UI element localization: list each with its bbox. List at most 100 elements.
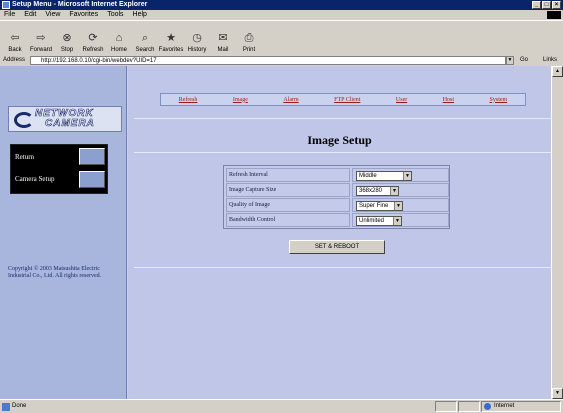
nav-link-host[interactable]: Host — [443, 97, 454, 103]
toolbar-button-label: Refresh — [82, 47, 104, 53]
search-button[interactable]: ⌕ Search — [134, 23, 156, 55]
refresh-icon: ⟳ — [88, 32, 98, 44]
nav-link-system[interactable]: System — [490, 97, 508, 103]
menu-file[interactable]: File — [4, 10, 15, 20]
search-icon: ⌕ — [141, 32, 149, 44]
chevron-down-icon: ▼ — [394, 202, 402, 210]
image-capture-size-select[interactable]: 368x280 ▼ — [356, 186, 399, 196]
maximize-icon[interactable]: □ — [542, 1, 551, 9]
toolbar-button-label: Search — [135, 47, 155, 53]
sidebar: NETWORK CAMERA Return Camera Setup Copyr… — [0, 66, 127, 399]
status-text: Done — [12, 403, 27, 409]
back-arrow-icon: ⇦ — [10, 32, 20, 44]
page-status-icon — [2, 403, 10, 411]
home-icon: ⌂ — [115, 32, 123, 44]
back-button[interactable]: ⇦ Back — [4, 23, 26, 55]
image-capture-size-value: 368x280 — [359, 188, 383, 194]
menu-edit[interactable]: Edit — [24, 10, 36, 20]
minimize-icon[interactable]: _ — [532, 1, 541, 9]
scroll-up-icon[interactable]: ▲ — [552, 66, 563, 77]
form-row: Refresh Interval Middle ▼ — [226, 168, 449, 183]
scroll-down-icon[interactable]: ▼ — [552, 388, 563, 399]
status-segment — [458, 401, 480, 412]
window-title: Setup Menu - Microsoft Internet Explorer — [12, 1, 148, 8]
address-label: Address — [3, 57, 26, 63]
toolbar-button-label: Stop — [60, 47, 74, 53]
print-icon: ⎙ — [244, 32, 254, 44]
window-controls: _ □ × — [532, 1, 561, 9]
bandwidth-control-value: Unlimited — [359, 218, 385, 224]
refresh-interval-select[interactable]: Middle ▼ — [356, 171, 412, 181]
form-value-cell: Middle ▼ — [352, 168, 449, 182]
sidebar-button-camera-setup[interactable] — [79, 171, 105, 188]
refresh-interval-value: Middle — [359, 173, 377, 179]
status-segment — [435, 401, 457, 412]
nav-link-refresh[interactable]: Refresh — [179, 97, 198, 103]
page-title: Image Setup — [307, 133, 372, 147]
toolbar-button-label: Home — [110, 47, 127, 53]
nav-link-user[interactable]: User — [396, 97, 407, 103]
divider — [134, 118, 552, 119]
forward-button[interactable]: ⇨ Forward — [30, 23, 52, 55]
stop-icon: ⊗ — [62, 32, 72, 44]
forward-arrow-icon: ⇨ — [36, 32, 46, 44]
ie-logo-icon — [2, 1, 10, 9]
quality-of-image-label: Quality of Image — [226, 198, 350, 212]
toolbar-button-label: Forward — [30, 47, 53, 53]
toolbar-button-label: Back — [8, 47, 22, 53]
sidebar-item-camera-setup[interactable]: Camera Setup — [13, 169, 77, 189]
home-button[interactable]: ⌂ Home — [108, 23, 130, 55]
menu-help[interactable]: Help — [133, 10, 147, 20]
sidebar-item-return[interactable]: Return — [13, 147, 77, 167]
refresh-interval-label: Refresh Interval — [226, 168, 350, 182]
toolbar-button-label: History — [187, 47, 207, 53]
toolbar-button-label: Favorites — [158, 47, 184, 53]
status-bar: Done Internet — [0, 399, 563, 413]
refresh-button[interactable]: ⟳ Refresh — [82, 23, 104, 55]
nav-link-image[interactable]: Image — [233, 97, 248, 103]
quality-of-image-value: Super Fine — [359, 203, 389, 209]
set-reboot-button[interactable]: SET & REBOOT — [289, 240, 385, 254]
stop-button[interactable]: ⊗ Stop — [56, 23, 78, 55]
menu-tools[interactable]: Tools — [107, 10, 123, 20]
history-button[interactable]: ◷ History — [186, 23, 208, 55]
divider — [134, 267, 552, 268]
setup-nav-links: Refresh Image Alarm FTP Client User Host… — [160, 93, 526, 106]
browser-toolbar: ⇦ Back ⇨ Forward ⊗ Stop ⟳ Refresh ⌂ Home ⌕ Search ★ F… — [0, 20, 563, 55]
links-button[interactable]: Links — [543, 55, 557, 66]
toolbar-button-label: Print — [242, 47, 256, 53]
bandwidth-control-label: Bandwidth Control — [226, 213, 350, 227]
image-capture-size-label: Image Capture Size — [226, 183, 350, 197]
toolbar-button-label: Mail — [217, 47, 229, 53]
nav-link-alarm[interactable]: Alarm — [283, 97, 298, 103]
form-value-cell: Super Fine ▼ — [352, 198, 449, 212]
menu-view[interactable]: View — [45, 10, 60, 20]
security-zone: Internet — [481, 401, 561, 412]
favorites-icon: ★ — [166, 32, 176, 44]
chevron-down-icon: ▼ — [393, 217, 401, 225]
sidebar-button-return[interactable] — [79, 148, 105, 165]
menu-favorites[interactable]: Favorites — [69, 10, 98, 20]
windows-logo-icon — [547, 11, 561, 19]
vertical-scrollbar[interactable]: ▲ ▼ — [551, 66, 563, 399]
bandwidth-control-select[interactable]: Unlimited ▼ — [356, 216, 402, 226]
history-icon: ◷ — [192, 32, 202, 44]
logo-camera-text: CAMERA — [45, 118, 95, 129]
address-input[interactable]: http://192.168.0.10/cgi-bin/webdev?UID=1… — [30, 56, 506, 65]
close-icon[interactable]: × — [552, 1, 561, 9]
logo-swoosh-icon — [14, 112, 34, 128]
mail-button[interactable]: ✉ Mail — [212, 23, 234, 55]
divider — [134, 152, 552, 153]
form-row: Quality of Image Super Fine ▼ — [226, 198, 449, 213]
address-dropdown-icon[interactable]: ▼ — [506, 56, 514, 65]
nav-link-ftp-client[interactable]: FTP Client — [334, 97, 360, 103]
menu-bar: File Edit View Favorites Tools Help — [0, 10, 563, 20]
address-bar: Address http://192.168.0.10/cgi-bin/webd… — [0, 55, 563, 66]
chevron-down-icon: ▼ — [390, 187, 398, 195]
go-button[interactable]: Go — [520, 55, 528, 66]
chevron-down-icon: ▼ — [403, 172, 411, 180]
favorites-button[interactable]: ★ Favorites — [158, 23, 184, 55]
form-row: Image Capture Size 368x280 ▼ — [226, 183, 449, 198]
quality-of-image-select[interactable]: Super Fine ▼ — [356, 201, 403, 211]
print-button[interactable]: ⎙ Print — [238, 23, 260, 55]
